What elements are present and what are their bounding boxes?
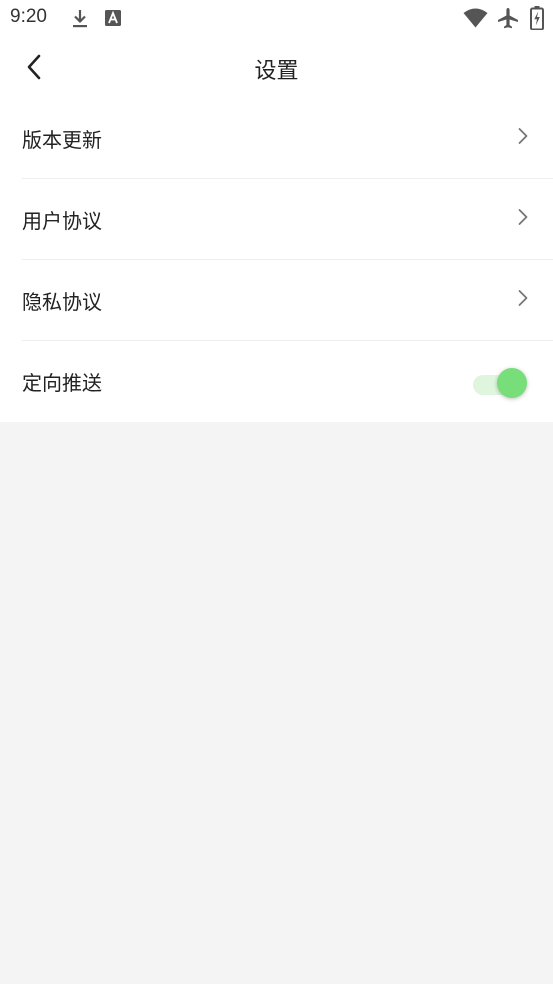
page-title: 设置: [254, 59, 299, 84]
targeted-push-toggle[interactable]: [473, 364, 527, 398]
toggle-thumb: [497, 368, 527, 398]
chevron-right-icon: [518, 128, 528, 144]
status-bar: 9:20: [0, 0, 553, 36]
settings-item-privacy-agreement[interactable]: 隐私协议: [0, 260, 553, 341]
battery-charging-icon: [530, 6, 544, 30]
app-header: 设置: [0, 36, 553, 98]
chevron-right-icon: [518, 290, 528, 306]
settings-item-label: 定向推送: [22, 371, 102, 395]
settings-item-label: 隐私协议: [22, 290, 102, 314]
settings-item-targeted-push: 定向推送: [0, 341, 553, 422]
settings-item-user-agreement[interactable]: 用户协议: [0, 179, 553, 260]
settings-item-version-update[interactable]: 版本更新: [0, 98, 553, 179]
wifi-icon: [463, 8, 488, 28]
a-notification-icon: [105, 10, 121, 26]
settings-item-label: 用户协议: [22, 209, 102, 233]
chevron-right-icon: [518, 209, 528, 225]
settings-list: 版本更新 用户协议 隐私协议 定向推送: [0, 98, 553, 422]
airplane-mode-icon: [498, 8, 518, 29]
settings-item-label: 版本更新: [22, 128, 102, 152]
download-icon: [73, 10, 87, 28]
status-time: 9:20: [10, 6, 47, 27]
